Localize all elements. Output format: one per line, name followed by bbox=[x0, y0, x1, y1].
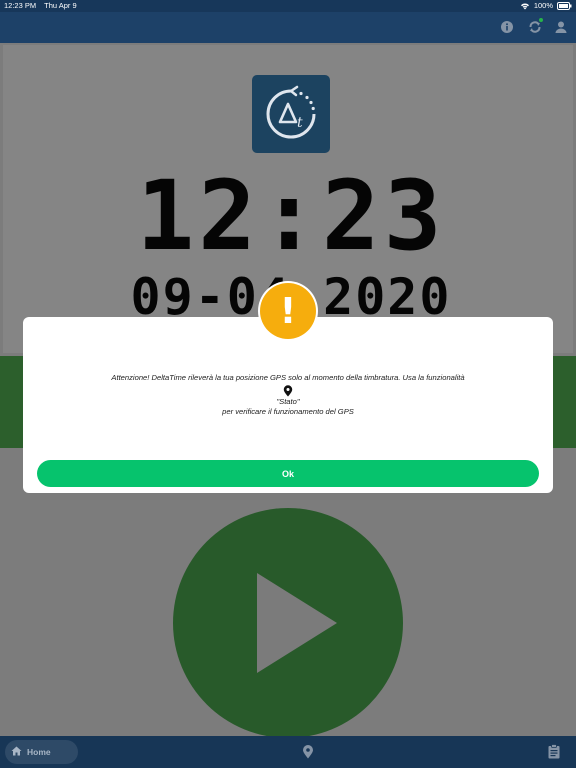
tab-home-label: Home bbox=[27, 747, 51, 757]
sync-icon[interactable] bbox=[528, 18, 543, 34]
ok-button[interactable]: Ok bbox=[37, 460, 539, 487]
clock-time: 12:23 bbox=[136, 160, 446, 272]
alert-badge: ! bbox=[258, 281, 318, 341]
svg-text:t: t bbox=[297, 115, 303, 131]
sync-status-dot bbox=[539, 18, 543, 22]
clock-in-button-edge bbox=[0, 356, 24, 448]
clock-out-button-edge bbox=[552, 356, 576, 448]
deltatime-logo: t bbox=[252, 75, 330, 153]
battery-percent: 100% bbox=[533, 1, 553, 10]
dialog-feature-name: "Stato" bbox=[276, 397, 300, 406]
location-pin-icon bbox=[283, 385, 293, 397]
home-icon bbox=[11, 746, 22, 758]
wifi-icon bbox=[520, 2, 530, 10]
battery-icon bbox=[557, 1, 572, 10]
dialog-message-end: per verificare il funzionamento del GPS bbox=[222, 407, 354, 416]
dialog-message-text: Attenzione! DeltaTime rileverà la tua po… bbox=[111, 373, 465, 382]
user-icon[interactable] bbox=[554, 20, 568, 34]
clipboard-icon[interactable] bbox=[548, 744, 560, 759]
tab-home[interactable]: Home bbox=[5, 740, 78, 764]
info-icon[interactable] bbox=[500, 20, 514, 34]
gps-warning-dialog: Attenzione! DeltaTime rileverà la tua po… bbox=[23, 317, 553, 493]
status-time: 12:23 PM bbox=[4, 1, 37, 10]
dialog-message: Attenzione! DeltaTime rileverà la tua po… bbox=[23, 373, 553, 417]
status-date: Thu Apr 9 bbox=[44, 1, 77, 10]
location-icon[interactable] bbox=[302, 745, 314, 759]
bottom-navigation-bar: Home bbox=[0, 736, 576, 768]
top-navigation-bar bbox=[0, 12, 576, 43]
play-icon bbox=[257, 573, 337, 673]
start-play-button[interactable] bbox=[173, 508, 403, 738]
exclamation-icon: ! bbox=[260, 283, 316, 339]
status-bar: 12:23 PM Thu Apr 9 100% bbox=[0, 0, 576, 12]
